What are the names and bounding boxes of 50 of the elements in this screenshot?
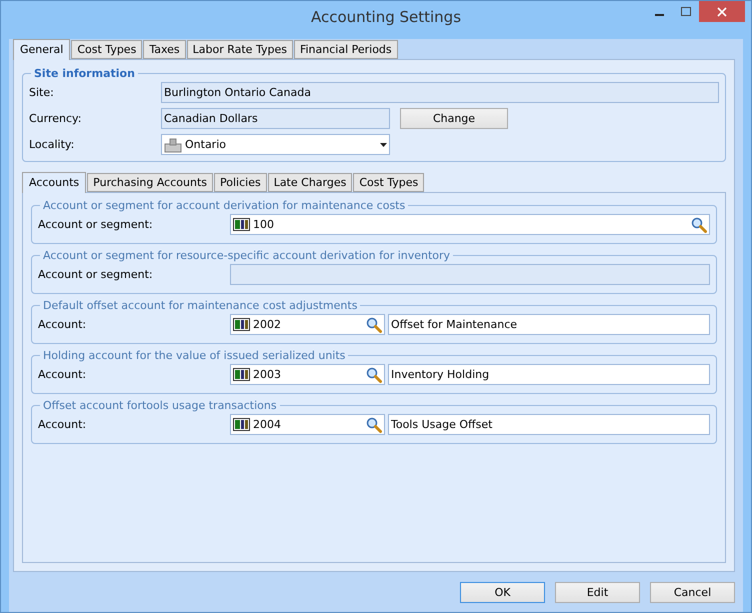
account-field[interactable]: 100	[230, 214, 710, 235]
tab[interactable]: Late Charges	[268, 173, 352, 192]
group-title: Site information	[33, 67, 136, 80]
dialog-button[interactable]: Edit	[555, 582, 640, 602]
field-label: Account:	[38, 418, 88, 431]
field-label: Site:	[29, 86, 55, 99]
account-icon	[233, 418, 250, 431]
group-title: Default offset account for maintenance cost adjustments	[42, 299, 358, 312]
group-title: Offset account fortools usage transactions	[42, 399, 278, 412]
account-icon	[233, 218, 250, 231]
field-label: Currency:	[29, 112, 82, 125]
field-label: Account:	[38, 368, 88, 381]
currency-field: Canadian Dollars	[161, 108, 390, 129]
dialog-button[interactable]: OK	[460, 582, 545, 602]
tab[interactable]: Taxes	[143, 40, 186, 59]
field-label: Account or segment:	[38, 218, 154, 231]
locality-dropdown[interactable]: Ontario	[161, 134, 390, 155]
tab[interactable]: Purchasing Accounts	[87, 173, 213, 192]
tab[interactable]: Cost Types	[353, 173, 424, 192]
field-label: Account or segment:	[38, 268, 154, 281]
tab[interactable]: Cost Types	[71, 40, 142, 59]
account-field[interactable]: 2004	[230, 414, 385, 435]
building-icon	[164, 136, 182, 152]
tab[interactable]: Accounts	[22, 172, 86, 193]
site-field: Burlington Ontario Canada	[161, 82, 719, 103]
caret-icon	[380, 142, 387, 146]
group-title: Account or segment for resource-specific account derivation for inventory	[42, 249, 452, 262]
group-title: Holding account for the value of issued serialized units	[42, 349, 346, 362]
group-title: Account or segment for account derivation for maintenance costs	[42, 199, 406, 212]
dialog-button[interactable]: Cancel	[650, 582, 735, 602]
tab[interactable]: Financial Periods	[294, 40, 398, 59]
search-icon[interactable]	[366, 366, 382, 382]
tab[interactable]: General	[13, 39, 70, 60]
field-label: Locality:	[29, 138, 76, 151]
search-icon[interactable]	[691, 216, 707, 232]
description-field[interactable]: Inventory Holding	[388, 364, 710, 385]
account-field[interactable]: 2002	[230, 314, 385, 335]
tab[interactable]: Policies	[214, 173, 267, 192]
account-field[interactable]: 2003	[230, 364, 385, 385]
description-field[interactable]: Tools Usage Offset	[388, 414, 710, 435]
tab[interactable]: Labor Rate Types	[186, 40, 293, 59]
field-label: Account:	[38, 318, 88, 331]
account-icon	[233, 368, 250, 381]
search-icon[interactable]	[366, 316, 382, 332]
search-icon[interactable]	[366, 416, 382, 432]
account-icon	[233, 318, 250, 331]
close-icon[interactable]	[699, 1, 745, 22]
window-title: Accounting Settings	[310, 8, 462, 26]
description-field[interactable]: Offset for Maintenance	[388, 314, 710, 335]
change-button[interactable]: Change	[400, 108, 508, 129]
